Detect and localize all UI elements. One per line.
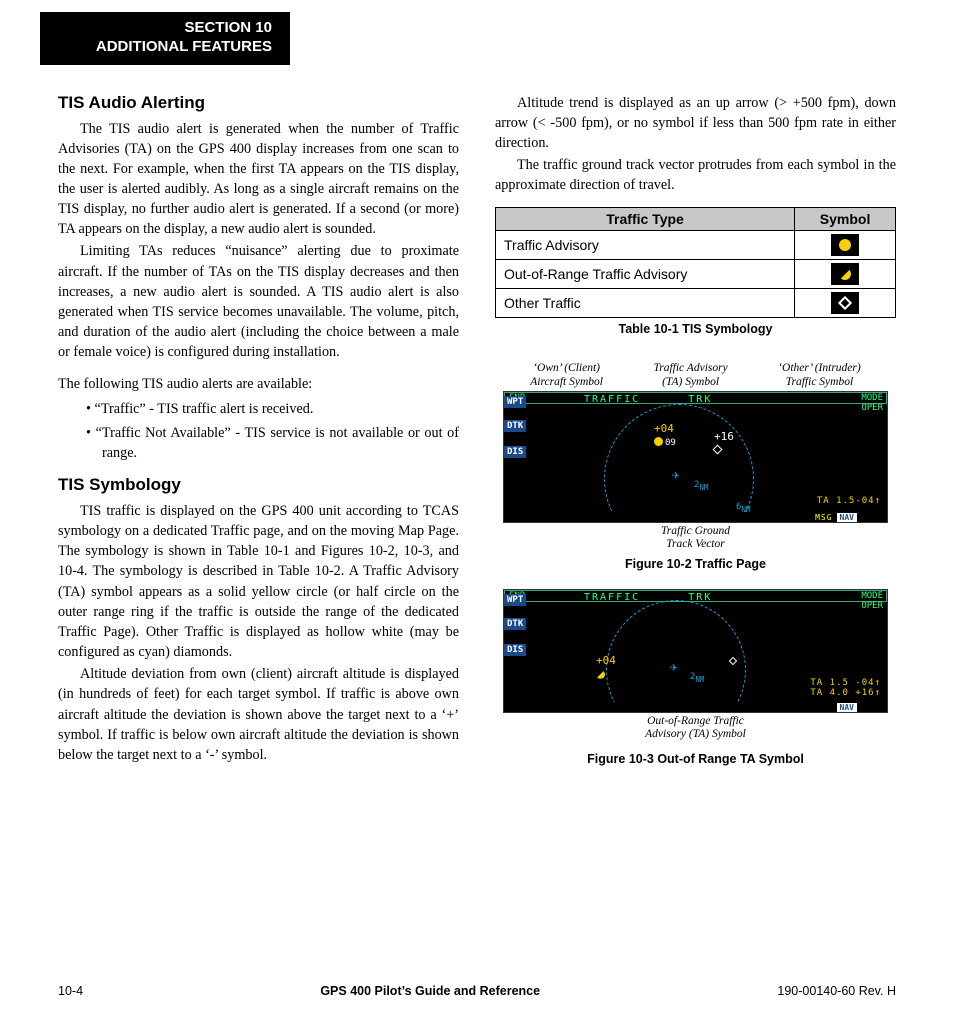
other-target: +16	[714, 430, 734, 456]
ta-alt: +04	[596, 654, 616, 667]
table-cell: Other Traffic	[496, 289, 795, 318]
callout-ta-symbol: Traffic Advisory (TA) Symbol	[653, 362, 727, 388]
label-wpt: WPT	[504, 396, 526, 408]
list-item: “Traffic Not Available” - TIS service is…	[58, 423, 459, 463]
range-2nm: 2NM	[694, 480, 708, 492]
ta-readout-1: TA 1.5 -04↑	[810, 678, 881, 688]
heading-tis-audio: TIS Audio Alerting	[58, 93, 459, 113]
ta-target: +04 09	[654, 422, 676, 448]
callout-ground-track: Traffic Ground Track Vector	[495, 525, 896, 551]
label-mode: MODE OPER	[861, 394, 883, 414]
table-cell: Out-of-Range Traffic Advisory	[496, 260, 795, 289]
range-2nm: 2NM	[690, 672, 704, 684]
doc-title: GPS 400 Pilot’s Guide and Reference	[320, 984, 540, 998]
ta-readout-2: TA 4.0 +16↑	[810, 688, 881, 698]
half-circle-icon	[596, 670, 605, 679]
section-title: ADDITIONAL FEATURES	[58, 38, 272, 57]
nav-bar: NAV	[504, 702, 887, 712]
symbol-other-traffic	[795, 289, 896, 318]
ta-readout: TA 1.5-04↑	[817, 496, 881, 506]
section-tab: SECTION 10 ADDITIONAL FEATURES	[40, 12, 290, 65]
page-number: 10-4	[58, 984, 83, 998]
msg-annunciator: MSG	[813, 513, 834, 522]
diamond-icon	[713, 445, 723, 455]
callout-other-symbol: ‘Other’ (Intruder) Traffic Symbol	[778, 362, 861, 388]
out-of-range-ta-screen: WPT DTK DIS ENR TRAFFIC TRK MODE OPER ✈ …	[503, 589, 888, 713]
traffic-page-screen: WPT DTK DIS ENR TRAFFIC TRK MODE OPER ✈ …	[503, 391, 888, 523]
own-aircraft-icon: ✈	[672, 468, 680, 483]
figure-caption: Figure 10-2 Traffic Page	[495, 557, 896, 571]
para: The following TIS audio alerts are avail…	[58, 374, 459, 394]
symbol-traffic-advisory	[795, 231, 896, 260]
label-mode: MODE OPER	[861, 592, 883, 612]
figure-caption: Figure 10-3 Out-of Range TA Symbol	[495, 752, 896, 766]
table-caption: Table 10-1 TIS Symbology	[495, 322, 896, 336]
range-ring-icon	[606, 600, 746, 713]
para: Altitude deviation from own (client) air…	[58, 664, 459, 765]
th-traffic-type: Traffic Type	[496, 208, 795, 231]
heading-tis-symbology: TIS Symbology	[58, 475, 459, 495]
screen-title: TRAFFIC	[584, 592, 640, 603]
label-dis: DIS	[504, 446, 526, 458]
out-of-range-ta-target: +04	[596, 654, 616, 680]
screen-title: TRAFFIC	[584, 394, 640, 405]
symbology-table: Traffic Type Symbol Traffic Advisory Out…	[495, 207, 896, 318]
range-ring-icon	[604, 404, 754, 523]
para: The traffic ground track vector protrude…	[495, 155, 896, 195]
label-wpt: WPT	[504, 594, 526, 606]
ta-hdg: 09	[665, 438, 676, 448]
ta-alt: +04	[654, 422, 674, 435]
alert-list: “Traffic” - TIS traffic alert is receive…	[58, 399, 459, 463]
label-trk: TRK	[688, 394, 712, 405]
nav-bar: MSGNAV	[504, 512, 887, 522]
list-item: “Traffic” - TIS traffic alert is receive…	[58, 399, 459, 419]
figure-10-3: WPT DTK DIS ENR TRAFFIC TRK MODE OPER ✈ …	[495, 589, 896, 765]
ta-dot-icon	[654, 437, 663, 446]
section-number: SECTION 10	[58, 19, 272, 38]
th-symbol: Symbol	[795, 208, 896, 231]
table-cell: Traffic Advisory	[496, 231, 795, 260]
diamond-icon	[729, 657, 737, 665]
other-target	[730, 656, 736, 667]
page-footer: 10-4 GPS 400 Pilot’s Guide and Reference…	[58, 984, 896, 998]
nav-indicator: NAV	[837, 703, 857, 712]
right-column: Altitude trend is displayed as an up arr…	[495, 93, 896, 768]
callout-out-of-range-ta: Out-of-Range Traffic Advisory (TA) Symbo…	[495, 715, 896, 741]
para: Altitude trend is displayed as an up arr…	[495, 93, 896, 153]
label-dtk: DTK	[504, 420, 526, 432]
doc-revision: 190-00140-60 Rev. H	[777, 984, 896, 998]
figure-10-2: ‘Own’ (Client) Aircraft Symbol Traffic A…	[495, 362, 896, 571]
para: Limiting TAs reduces “nuisance” alerting…	[58, 241, 459, 362]
label-dtk: DTK	[504, 618, 526, 630]
left-column: TIS Audio Alerting The TIS audio alert i…	[58, 93, 459, 768]
other-alt: +16	[714, 430, 734, 443]
own-aircraft-icon: ✈	[670, 660, 678, 675]
label-dis: DIS	[504, 644, 526, 656]
para: The TIS audio alert is generated when th…	[58, 119, 459, 240]
para: TIS traffic is displayed on the GPS 400 …	[58, 501, 459, 662]
symbol-out-of-range-ta	[795, 260, 896, 289]
nav-indicator: NAV	[837, 513, 857, 522]
callout-own-aircraft: ‘Own’ (Client) Aircraft Symbol	[530, 362, 603, 388]
